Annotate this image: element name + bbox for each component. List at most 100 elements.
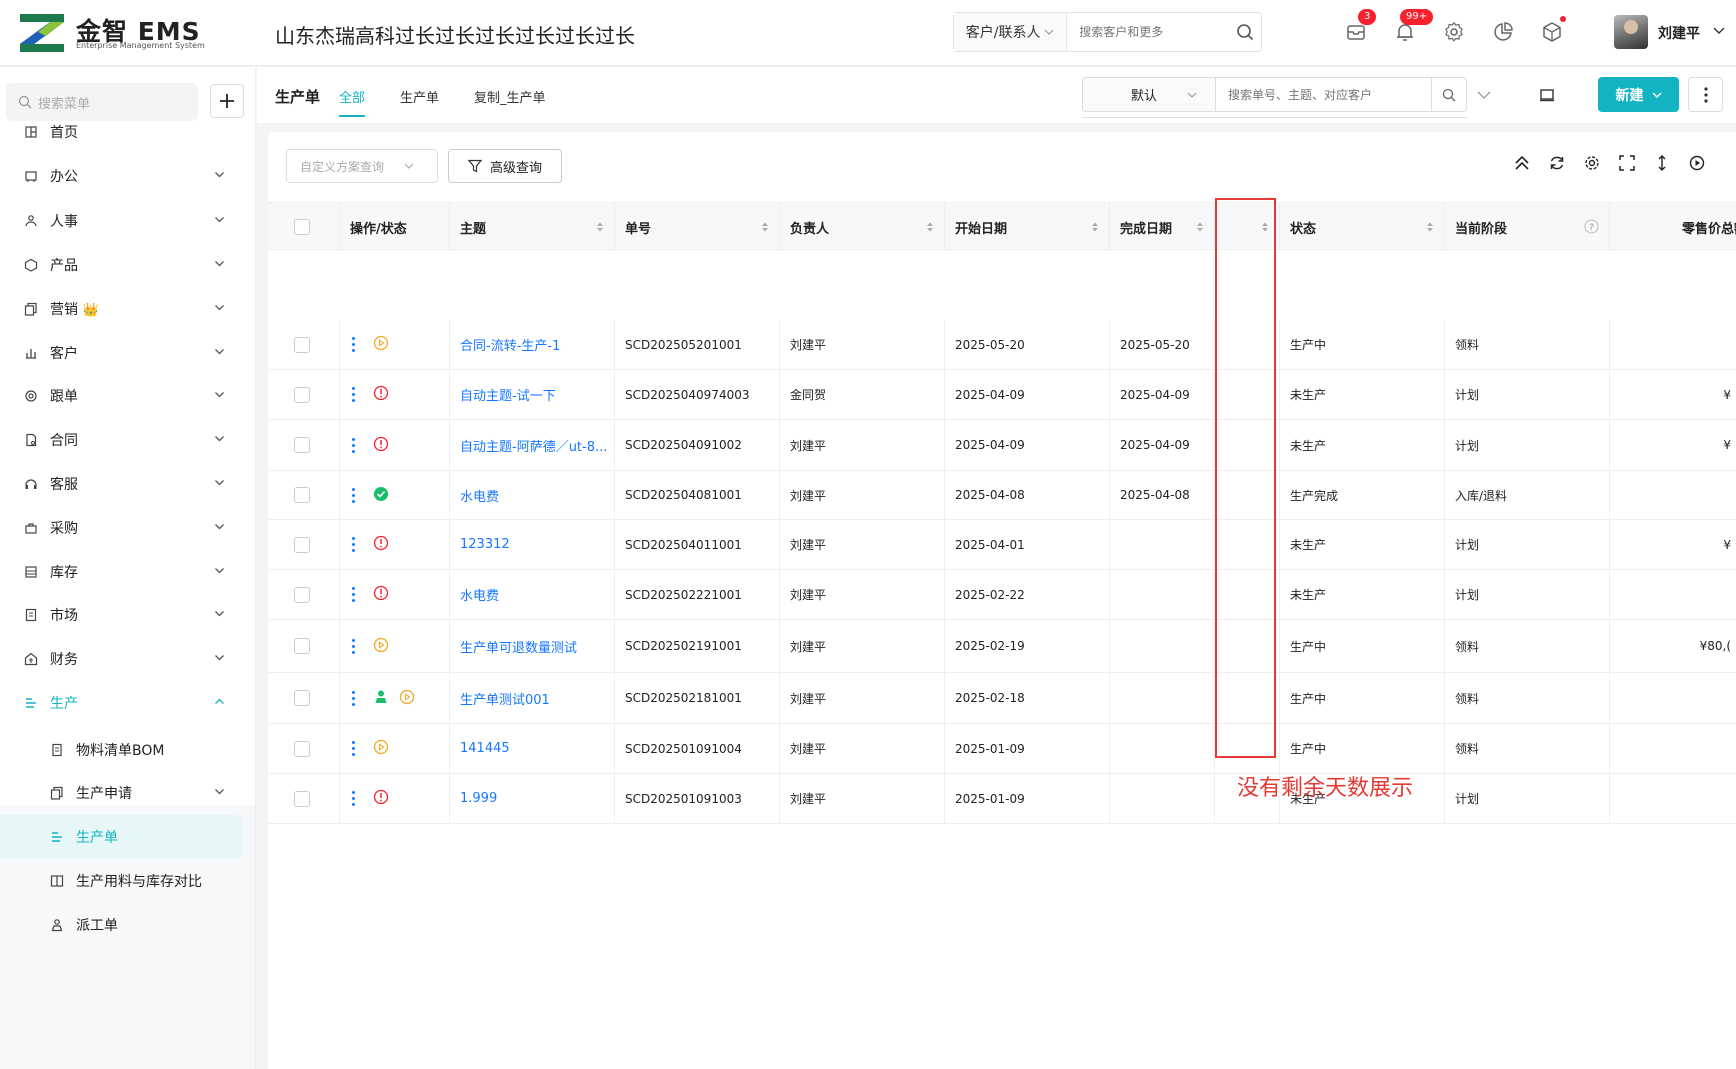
chevron-down-icon[interactable] [214, 388, 225, 404]
chevron-down-icon[interactable] [214, 257, 225, 273]
row-actions-icon[interactable] [352, 437, 355, 453]
row-actions-icon[interactable] [352, 791, 355, 806]
row-actions-icon[interactable] [352, 487, 355, 503]
bell-icon[interactable]: 99+ [1391, 9, 1434, 46]
row-checkbox[interactable] [294, 536, 310, 553]
global-search-input[interactable] [1067, 13, 1230, 51]
sort-icon[interactable] [1261, 221, 1269, 237]
chevron-down-icon[interactable] [214, 345, 225, 361]
chevron-down-icon[interactable] [1713, 24, 1725, 36]
tab-production-order[interactable]: 生产单 [400, 87, 439, 106]
row-checkbox[interactable] [294, 790, 310, 807]
monitor-icon[interactable] [1539, 87, 1555, 103]
sort-icon[interactable] [596, 221, 604, 237]
subject-cell[interactable]: 生产单可退数量测试 [450, 620, 615, 672]
table-row[interactable]: 生产单测试001 SCD202502181001 刘建平 2025-02-18 生产中领… [268, 673, 1736, 724]
row-checkbox[interactable] [294, 336, 310, 353]
fullscreen-icon[interactable] [1616, 152, 1638, 174]
logo[interactable]: 金智 EMS Enterprise Management System [20, 10, 210, 54]
col-status[interactable]: 状态 [1280, 203, 1445, 251]
chevron-down-icon[interactable] [214, 213, 225, 229]
sidebar-item[interactable]: 生产 [0, 681, 255, 725]
chevron-up-icon[interactable] [214, 695, 225, 711]
row-height-icon[interactable] [1651, 152, 1673, 174]
sort-icon[interactable] [1091, 221, 1099, 237]
sidebar-item[interactable]: 跟单 [0, 374, 255, 418]
expand-filter-icon[interactable] [1477, 89, 1491, 101]
sort-icon[interactable] [761, 221, 769, 237]
sort-icon[interactable] [1196, 221, 1204, 237]
gear-icon[interactable] [1440, 18, 1468, 46]
table-row[interactable]: 水电费 SCD202504081001 刘建平 2025-04-08 2025-04-0… [268, 471, 1736, 520]
row-actions-icon[interactable] [352, 587, 355, 602]
table-row[interactable]: 141445 SCD202501091004 刘建平 2025-01-09 生产中 领料 [268, 724, 1736, 774]
col-start-date[interactable]: 开始日期 [945, 203, 1110, 251]
help-icon[interactable]: ? [1584, 219, 1599, 238]
col-retail-total[interactable]: 零售价总额 [1610, 203, 1736, 251]
cube-icon[interactable] [1538, 16, 1566, 46]
search-icon[interactable] [1229, 23, 1261, 41]
sidebar-item[interactable]: 客服 [0, 462, 255, 506]
chevron-down-icon[interactable] [214, 476, 225, 492]
row-checkbox[interactable] [294, 690, 310, 706]
chevron-down-icon[interactable] [214, 564, 225, 580]
sidebar-item[interactable]: 人事 [0, 199, 255, 243]
sidebar-subitem[interactable]: 生产用料与库存对比 [0, 859, 255, 903]
select-all-checkbox[interactable] [294, 219, 310, 235]
refresh-icon[interactable] [1546, 152, 1568, 174]
subject-cell[interactable]: 141445 [450, 724, 615, 773]
more-button[interactable] [1688, 77, 1723, 112]
row-actions-icon[interactable] [352, 638, 355, 654]
user-name[interactable]: 刘建平 [1658, 23, 1700, 43]
sidebar-item[interactable]: 营销 👑 [0, 287, 255, 331]
row-actions-icon[interactable] [352, 690, 355, 706]
sidebar-item[interactable]: 客户 [0, 331, 255, 375]
chevron-down-icon[interactable] [214, 432, 225, 448]
chevron-down-icon[interactable] [214, 785, 225, 801]
view-select[interactable]: 默认 [1082, 77, 1215, 112]
subject-cell[interactable]: 1.999 [450, 774, 615, 823]
table-row[interactable]: 自动主题-阿萨德／ut-8... SCD202504091002 刘建平 2025-0… [268, 420, 1736, 471]
subject-cell[interactable]: 自动主题-试一下 [450, 370, 615, 419]
col-end-date[interactable]: 完成日期 [1110, 203, 1215, 251]
chevron-down-icon[interactable] [214, 607, 225, 623]
table-row[interactable]: 生产单可退数量测试 SCD202502191001 刘建平 2025-02-19 生产中… [268, 620, 1736, 673]
row-actions-icon[interactable] [352, 537, 355, 552]
table-row[interactable]: 合同-流转-生产-1 SCD202505201001 刘建平 2025-05-20 20… [268, 320, 1736, 370]
sidebar-subitem[interactable]: 物料清单BOM [0, 728, 255, 772]
tab-all[interactable]: 全部 [339, 87, 365, 106]
sidebar-subitem[interactable]: 派工单 [0, 903, 255, 947]
settings-icon[interactable] [1581, 152, 1603, 174]
row-checkbox[interactable] [294, 386, 310, 403]
order-search-input[interactable] [1215, 77, 1432, 112]
new-button[interactable]: 新建 [1598, 77, 1679, 112]
message-icon[interactable]: 3 [1342, 9, 1377, 46]
avatar[interactable] [1614, 15, 1648, 49]
tab-copy-production-order[interactable]: 复制_生产单 [474, 87, 546, 106]
collapse-up-icon[interactable] [1511, 152, 1533, 174]
play-circle-icon[interactable] [1686, 152, 1708, 174]
col-remaining-days[interactable] [1215, 203, 1280, 251]
col-stage[interactable]: 当前阶段? [1445, 203, 1610, 251]
col-action[interactable]: 操作/状态 [340, 203, 450, 251]
subject-cell[interactable]: 水电费 [450, 570, 615, 619]
sort-icon[interactable] [926, 221, 934, 237]
col-subject[interactable]: 主题 [450, 203, 615, 251]
sidebar-item[interactable]: 市场 [0, 593, 255, 637]
sidebar-item[interactable]: 合同 [0, 418, 255, 462]
subject-cell[interactable]: 水电费 [450, 471, 615, 519]
row-checkbox[interactable] [294, 487, 310, 503]
chevron-down-icon[interactable] [214, 651, 225, 667]
search-scope-select[interactable]: 客户/联系人 [954, 13, 1068, 51]
col-owner[interactable]: 负责人 [780, 203, 945, 251]
select-all[interactable] [268, 203, 340, 251]
sidebar-item[interactable]: 办公 [0, 154, 255, 198]
sort-icon[interactable] [1426, 221, 1434, 237]
sidebar-subitem[interactable]: 生产单 [0, 815, 242, 859]
table-row[interactable]: 1.999 SCD202501091003 刘建平 2025-01-09 未生产 计划 [268, 774, 1736, 824]
sidebar-item[interactable]: 产品 [0, 243, 255, 287]
subject-cell[interactable]: 123312 [450, 520, 615, 569]
table-row[interactable]: 水电费 SCD202502221001 刘建平 2025-02-22 未生产 计划 [268, 570, 1736, 620]
subject-cell[interactable]: 合同-流转-生产-1 [450, 320, 615, 369]
row-checkbox[interactable] [294, 740, 310, 757]
